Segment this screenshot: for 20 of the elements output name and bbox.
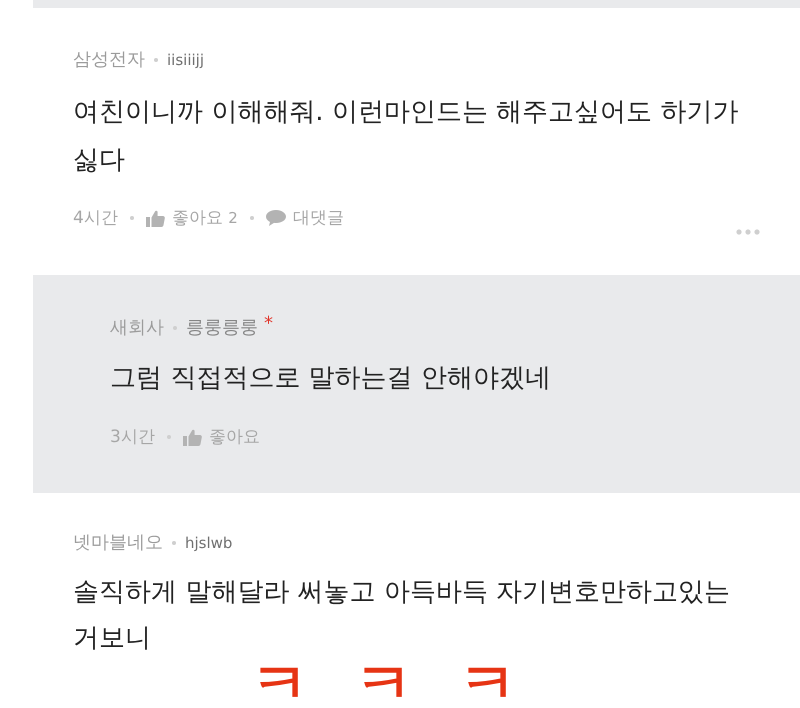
comment-text: 솔직하게 말해달라 써놓고 아득바득 자기변호만하고있는 거보니 [73,576,732,655]
like-button[interactable]: 좋아요 2 [146,206,238,230]
timestamp: 4시간 [73,207,118,230]
thumbs-up-icon [182,428,202,446]
reply-button[interactable]: 대댓글 [266,206,344,230]
author-mark: * [264,316,273,332]
username[interactable]: 릉룽릉룽 [186,316,258,340]
username[interactable]: hjslwb [185,531,232,555]
company-name: 새회사 [110,316,164,340]
thumbs-up-icon [146,210,165,226]
company-name: 넷마블네오 [73,531,163,555]
speech-bubble-icon [266,210,286,226]
comment-text: 여친이니까 이해해줘. 이런마인드는 해주고싶어도 하기가 싫다 [73,96,740,177]
comment-text: 그럼 직접적으로 말하는걸 안해야겠네 [110,362,552,395]
company-name: 삼성전자 [73,48,145,72]
handwritten-annotation: ㅋㅋㅋ [251,661,563,706]
timestamp: 3시간 [110,426,155,449]
more-options-icon [736,229,760,235]
username[interactable]: iisiiijj [167,48,204,72]
like-button[interactable]: 좋아요 [182,425,260,449]
